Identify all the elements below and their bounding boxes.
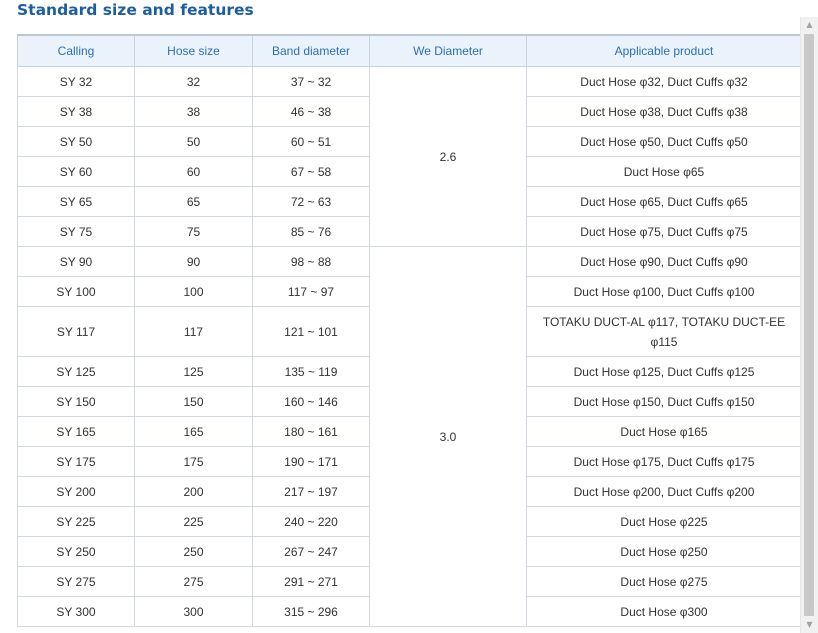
cell-applicable-product: TOTAKU DUCT-AL φ117, TOTAKU DUCT-EE φ115 — [526, 306, 801, 357]
cell-hose-size: 117 — [134, 306, 253, 357]
cell-hose-size: 32 — [134, 66, 253, 97]
cell-band-diameter: 315 ~ 296 — [252, 596, 370, 627]
cell-applicable-product: Duct Hose φ75, Duct Cuffs φ75 — [526, 216, 801, 247]
cell-applicable-product: Duct Hose φ225 — [526, 506, 801, 537]
cell-applicable-product: Duct Hose φ275 — [526, 566, 801, 597]
cell-calling: SY 117 — [17, 306, 135, 357]
cell-band-diameter: 46 ~ 38 — [252, 96, 370, 127]
cell-applicable-product: Duct Hose φ32, Duct Cuffs φ32 — [526, 66, 801, 97]
table-row: SY 90 90 98 ~ 88 3.0 Duct Hose φ90, Duct… — [17, 246, 801, 627]
cell-applicable-product: Duct Hose φ65, Duct Cuffs φ65 — [526, 186, 801, 217]
cell-band-diameter: 60 ~ 51 — [252, 126, 370, 157]
cell-hose-size: 165 — [134, 416, 253, 447]
spec-table: Calling Hose size Band diameter We Diame… — [17, 34, 801, 627]
cell-hose-size: 225 — [134, 506, 253, 537]
cell-band-diameter: 291 ~ 271 — [252, 566, 370, 597]
cell-applicable-product: Duct Hose φ125, Duct Cuffs φ125 — [526, 356, 801, 387]
cell-we-diameter: 3.0 — [369, 246, 527, 627]
cell-hose-size: 250 — [134, 536, 253, 567]
cell-calling: SY 90 — [17, 246, 135, 277]
cell-hose-size: 300 — [134, 596, 253, 627]
cell-band-diameter: 217 ~ 197 — [252, 476, 370, 507]
cell-band-diameter: 121 ~ 101 — [252, 306, 370, 357]
cell-applicable-product: Duct Hose φ65 — [526, 156, 801, 187]
cell-band-diameter: 67 ~ 58 — [252, 156, 370, 187]
cell-hose-size: 75 — [134, 216, 253, 247]
cell-calling: SY 65 — [17, 186, 135, 217]
header-applicable-product: Applicable product — [526, 34, 801, 67]
cell-calling: SY 125 — [17, 356, 135, 387]
cell-applicable-product: Duct Hose φ100, Duct Cuffs φ100 — [526, 276, 801, 307]
section-title: Standard size and features — [17, 1, 254, 19]
cell-applicable-product: Duct Hose φ175, Duct Cuffs φ175 — [526, 446, 801, 477]
table-row: SY 32 32 37 ~ 32 2.6 Duct Hose φ32, Duct… — [17, 66, 801, 247]
cell-applicable-product: Duct Hose φ165 — [526, 416, 801, 447]
scrollbar-thumb[interactable] — [804, 34, 814, 616]
cell-band-diameter: 240 ~ 220 — [252, 506, 370, 537]
cell-we-diameter: 2.6 — [369, 66, 527, 247]
cell-calling: SY 50 — [17, 126, 135, 157]
header-calling: Calling — [17, 34, 135, 67]
cell-hose-size: 175 — [134, 446, 253, 477]
cell-hose-size: 150 — [134, 386, 253, 417]
cell-band-diameter: 135 ~ 119 — [252, 356, 370, 387]
cell-applicable-product: Duct Hose φ150, Duct Cuffs φ150 — [526, 386, 801, 417]
header-hose-size: Hose size — [134, 34, 253, 67]
cell-band-diameter: 267 ~ 247 — [252, 536, 370, 567]
triangle-down-icon[interactable]: ▼ — [801, 617, 818, 633]
header-we-diameter: We Diameter — [369, 34, 527, 67]
cell-calling: SY 175 — [17, 446, 135, 477]
cell-band-diameter: 190 ~ 171 — [252, 446, 370, 477]
vertical-scrollbar[interactable]: ▲ ▼ — [800, 17, 818, 633]
cell-calling: SY 300 — [17, 596, 135, 627]
cell-hose-size: 200 — [134, 476, 253, 507]
spec-table-container: Calling Hose size Band diameter We Diame… — [17, 34, 801, 633]
cell-hose-size: 60 — [134, 156, 253, 187]
cell-calling: SY 275 — [17, 566, 135, 597]
page: Standard size and features Calling Hose … — [0, 0, 818, 633]
cell-hose-size: 50 — [134, 126, 253, 157]
cell-band-diameter: 98 ~ 88 — [252, 246, 370, 277]
cell-band-diameter: 117 ~ 97 — [252, 276, 370, 307]
cell-band-diameter: 37 ~ 32 — [252, 66, 370, 97]
cell-calling: SY 165 — [17, 416, 135, 447]
cell-band-diameter: 160 ~ 146 — [252, 386, 370, 417]
cell-calling: SY 100 — [17, 276, 135, 307]
header-band-diameter: Band diameter — [252, 34, 370, 67]
cell-applicable-product: Duct Hose φ300 — [526, 596, 801, 627]
cell-applicable-product: Duct Hose φ38, Duct Cuffs φ38 — [526, 96, 801, 127]
cell-band-diameter: 180 ~ 161 — [252, 416, 370, 447]
cell-applicable-product: Duct Hose φ200, Duct Cuffs φ200 — [526, 476, 801, 507]
cell-applicable-product: Duct Hose φ250 — [526, 536, 801, 567]
cell-applicable-product: Duct Hose φ90, Duct Cuffs φ90 — [526, 246, 801, 277]
cell-applicable-product: Duct Hose φ50, Duct Cuffs φ50 — [526, 126, 801, 157]
cell-band-diameter: 72 ~ 63 — [252, 186, 370, 217]
cell-hose-size: 100 — [134, 276, 253, 307]
cell-band-diameter: 85 ~ 76 — [252, 216, 370, 247]
cell-calling: SY 32 — [17, 66, 135, 97]
cell-calling: SY 150 — [17, 386, 135, 417]
triangle-up-icon[interactable]: ▲ — [801, 17, 818, 33]
cell-calling: SY 38 — [17, 96, 135, 127]
cell-hose-size: 38 — [134, 96, 253, 127]
cell-hose-size: 90 — [134, 246, 253, 277]
cell-hose-size: 125 — [134, 356, 253, 387]
cell-calling: SY 225 — [17, 506, 135, 537]
cell-hose-size: 275 — [134, 566, 253, 597]
cell-calling: SY 200 — [17, 476, 135, 507]
cell-calling: SY 250 — [17, 536, 135, 567]
table-header-row: Calling Hose size Band diameter We Diame… — [17, 34, 801, 67]
cell-hose-size: 65 — [134, 186, 253, 217]
cell-calling: SY 60 — [17, 156, 135, 187]
cell-calling: SY 75 — [17, 216, 135, 247]
